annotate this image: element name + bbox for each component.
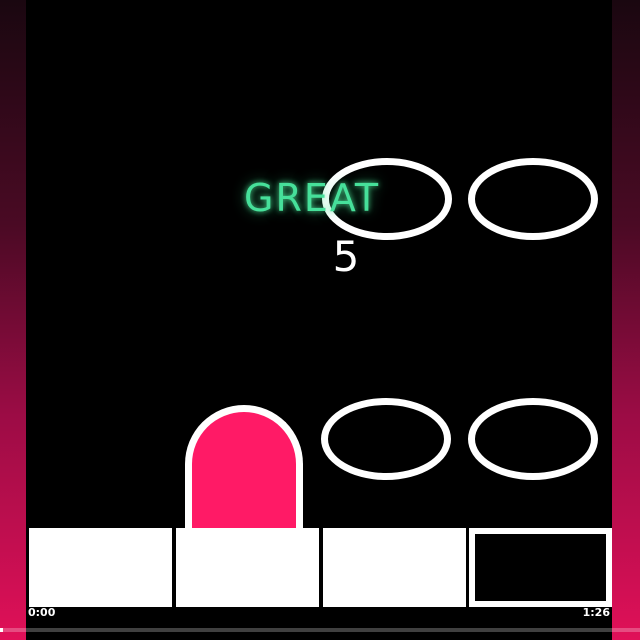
combo-counter: 5 (332, 232, 360, 281)
hold-note-lane-2 (185, 405, 303, 535)
tap-note-lane-4-lower (468, 398, 598, 480)
hit-key-lane-2[interactable] (176, 528, 319, 607)
progress-bar[interactable] (0, 628, 640, 632)
hit-key-lane-1[interactable] (29, 528, 172, 607)
hit-key-lane-4[interactable] (469, 528, 612, 607)
tap-note-lane-4-upper (468, 158, 598, 240)
tap-note-lane-3-lower (321, 398, 451, 480)
total-time: 1:26 (582, 606, 610, 619)
game-screen: GREAT 5 0:00 1:26 (0, 0, 640, 640)
progress-fill (0, 628, 3, 632)
current-time: 0:00 (28, 606, 56, 619)
playfield[interactable]: GREAT 5 (26, 0, 612, 640)
judgement-text: GREAT (244, 176, 381, 220)
hit-key-lane-3[interactable] (323, 528, 466, 607)
